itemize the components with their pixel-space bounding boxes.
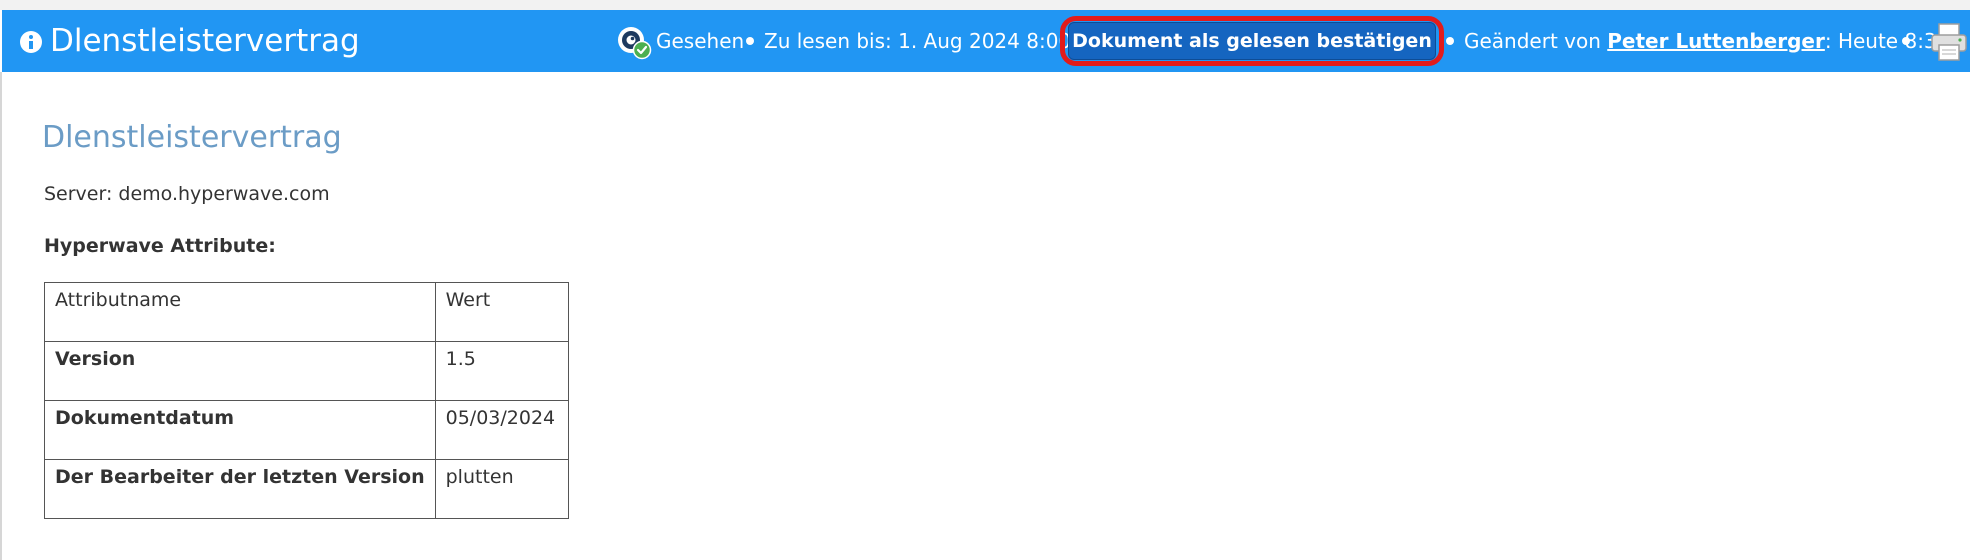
document-header-bar: Dlenstleistervertrag Gesehen Zu lesen bi… xyxy=(2,10,1970,72)
seen-eye-icon xyxy=(618,27,652,60)
printer-icon[interactable] xyxy=(1930,22,1968,62)
table-cell-name: Version xyxy=(44,341,436,401)
table-row: Dokumentdatum 05/03/2024 xyxy=(44,400,569,460)
table-row: Version 1.5 xyxy=(44,341,569,401)
table-header-cell: Attributname xyxy=(44,282,436,342)
separator-dot xyxy=(1446,37,1454,45)
confirm-read-button[interactable]: Dokument als gelesen bestätigen xyxy=(1068,22,1436,60)
separator-dot xyxy=(746,37,754,45)
changed-by-text: Geändert von Peter Luttenberger: Heute 8… xyxy=(1464,26,1949,56)
table-cell-value: 05/03/2024 xyxy=(434,400,569,460)
table-header-row: Attributname Wert xyxy=(44,282,569,342)
table-cell-value: 1.5 xyxy=(434,341,569,401)
header-title: Dlenstleistervertrag xyxy=(50,23,360,59)
info-icon[interactable] xyxy=(20,31,42,53)
attributes-heading: Hyperwave Attribute: xyxy=(44,235,276,257)
document-title: Dlenstleistervertrag xyxy=(42,120,342,155)
window-top-strip xyxy=(0,0,1970,10)
table-row: Der Bearbeiter der letzten Version plutt… xyxy=(44,459,569,519)
content-left-border xyxy=(0,72,2,560)
table-header-cell: Wert xyxy=(434,282,569,342)
table-cell-value: plutten xyxy=(434,459,569,519)
attributes-table: Attributname Wert Version 1.5 Dokumentda… xyxy=(44,282,569,519)
table-cell-name: Dokumentdatum xyxy=(44,400,436,460)
server-info: Server: demo.hyperwave.com xyxy=(44,183,330,205)
table-cell-name: Der Bearbeiter der letzten Version xyxy=(44,459,436,519)
changed-by-prefix: Geändert von xyxy=(1464,29,1608,53)
author-link[interactable]: Peter Luttenberger xyxy=(1607,29,1825,53)
seen-status-text: Gesehen xyxy=(656,29,745,53)
read-until-text: Zu lesen bis: 1. Aug 2024 8:00 xyxy=(764,29,1072,53)
separator-dot xyxy=(1902,37,1910,45)
